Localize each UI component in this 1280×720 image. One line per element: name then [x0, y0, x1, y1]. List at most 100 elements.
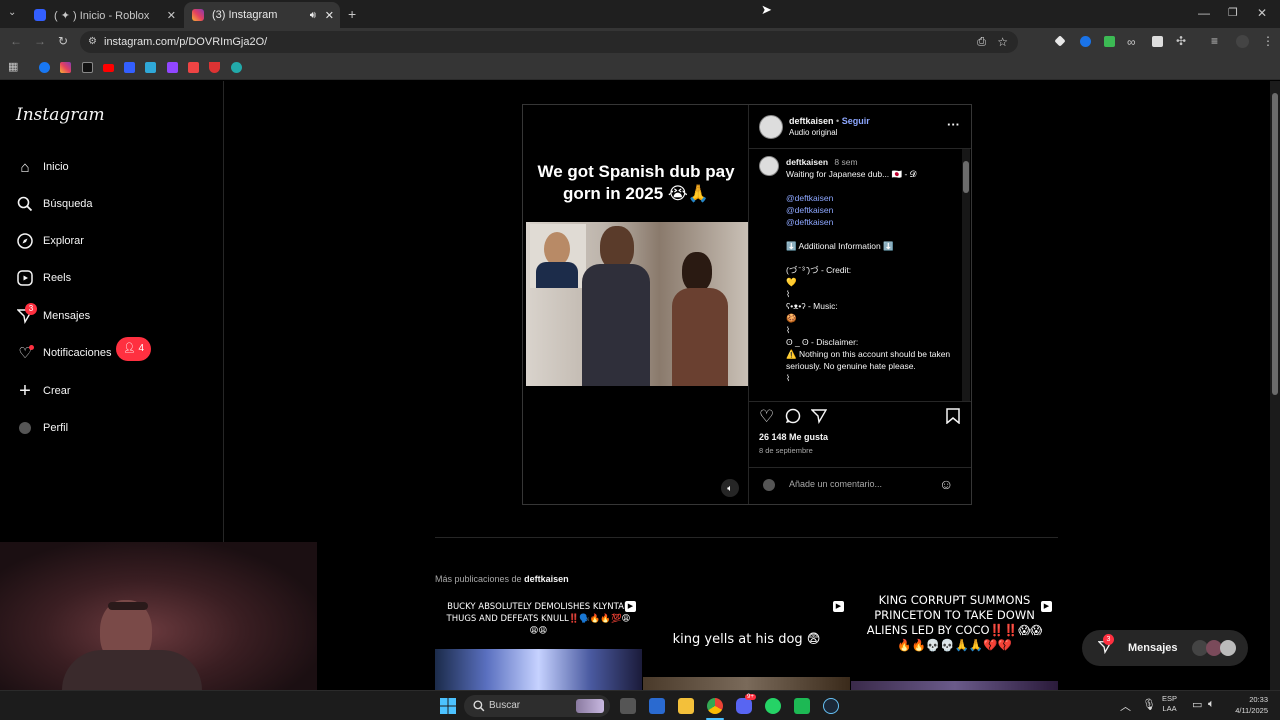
sidebar-item-perfil[interactable]: Perfil	[16, 416, 68, 440]
chrome-icon[interactable]	[707, 698, 723, 714]
discord-icon[interactable]	[736, 698, 752, 714]
webcam-person-glasses	[108, 602, 148, 610]
windows-start-icon[interactable]	[440, 698, 456, 719]
caption-author[interactable]: deftkaisen	[786, 157, 828, 167]
sidebar-item-explorar[interactable]: Explorar	[16, 229, 84, 253]
taskbar-search-box[interactable]: Buscar	[464, 695, 610, 717]
new-tab-icon[interactable]: +	[348, 6, 356, 22]
roblox-icon[interactable]	[124, 62, 135, 73]
extensions-puzzle-icon[interactable]: ✣	[1176, 34, 1186, 48]
url-input[interactable]: ⚙ instagram.com/p/DOVRImGja2O/ ⎙ ☆	[80, 31, 1018, 53]
taskbar-search-placeholder: Buscar	[489, 700, 521, 711]
follow-button[interactable]: Seguir	[842, 116, 870, 126]
minimize-icon[interactable]: —	[1198, 6, 1210, 20]
discord-badge: 9+	[745, 694, 756, 700]
more-post-thumbnail[interactable]: king yells at his dog 😨 ▶	[643, 593, 850, 690]
close-tab-icon[interactable]: ✕	[167, 9, 176, 22]
bookmark-teal-icon[interactable]	[231, 62, 242, 73]
file-explorer-icon[interactable]	[678, 698, 694, 714]
clock[interactable]: 20:33 4/11/2025	[1224, 694, 1268, 716]
search-icon	[16, 195, 34, 213]
forward-icon[interactable]: →	[34, 34, 46, 48]
comment-avatar[interactable]	[759, 156, 779, 176]
sidebar-item-inicio[interactable]: ⌂ Inicio	[16, 155, 68, 179]
close-window-icon[interactable]: ✕	[1257, 6, 1267, 20]
facebook-icon[interactable]	[39, 62, 50, 73]
reload-icon[interactable]: ↻	[58, 34, 68, 48]
more-post-thumbnail[interactable]: BUCKY ABSOLUTELY DEMOLISHES KLYNTAR THUG…	[435, 593, 642, 690]
close-tab-icon[interactable]: ✕	[325, 9, 334, 22]
volume-icon[interactable]: 🔈︎	[721, 479, 739, 497]
sidebar-item-reels[interactable]: Reels	[16, 266, 71, 290]
share-send-icon[interactable]	[810, 408, 828, 429]
back-icon[interactable]: ←	[10, 34, 22, 48]
profile-avatar-icon[interactable]	[1236, 35, 1249, 48]
sidebar-item-notificaciones[interactable]: ♡ Notificaciones	[16, 341, 111, 365]
tray-chevron-icon[interactable]: ︿	[1120, 698, 1131, 714]
steam-icon[interactable]	[823, 698, 839, 714]
audio-label[interactable]: Audio original	[789, 128, 837, 137]
pocket-icon[interactable]	[209, 62, 220, 73]
task-view-icon[interactable]	[620, 698, 636, 714]
apps-grid-icon[interactable]: ▦	[8, 60, 18, 73]
store-icon[interactable]	[649, 698, 665, 714]
speaker-icon[interactable]: 🔊︎	[310, 10, 316, 21]
x-icon[interactable]	[82, 62, 93, 73]
caption-age: 8 sem	[834, 157, 858, 167]
tab-roblox[interactable]: ( ✦ ) Inicio - Roblox ✕	[26, 2, 182, 28]
mention-link[interactable]: @deftkaisen	[786, 192, 961, 204]
sidebar-item-mensajes[interactable]: 3 Mensajes	[16, 303, 90, 328]
extension-diamond-icon[interactable]	[1054, 35, 1066, 47]
search-highlight-image	[576, 699, 604, 713]
address-bar-row: ← → ↻ ⚙ instagram.com/p/DOVRImGja2O/ ⎙ ☆…	[0, 28, 1280, 56]
save-bookmark-icon[interactable]	[946, 408, 960, 429]
instagram-logo[interactable]: Instagram	[16, 105, 105, 125]
sidebar-item-busqueda[interactable]: Búsqueda	[16, 192, 93, 216]
author-username[interactable]: deftkaisen	[789, 116, 834, 126]
extension-glasses-icon[interactable]: ∞	[1127, 35, 1136, 49]
bookmark-red-icon[interactable]	[188, 62, 199, 73]
more-posts-user[interactable]: deftkaisen	[524, 574, 569, 584]
scrollbar-thumb[interactable]	[963, 161, 969, 193]
instagram-icon[interactable]	[60, 62, 71, 73]
site-info-icon[interactable]: ⚙	[88, 31, 97, 53]
mention-link[interactable]: @deftkaisen	[786, 216, 961, 228]
post-video[interactable]: We got Spanish dub pay gorn in 2025 😭🙏 🔈…	[523, 105, 748, 504]
mention-link[interactable]: @deftkaisen	[786, 204, 961, 216]
tab-instagram[interactable]: (3) Instagram 🔊︎ ✕	[184, 2, 340, 28]
bookmark-blue-icon[interactable]	[145, 62, 156, 73]
microphone-icon[interactable]: 🎙︎	[1142, 698, 1156, 711]
likes-count[interactable]: 26 148 Me gusta	[759, 432, 828, 442]
notifications-count-pill[interactable]: 👤︎ 4	[116, 337, 151, 361]
tab-search-icon[interactable]: ⌄	[8, 7, 16, 18]
volume-icon[interactable]: 🔈︎	[1208, 698, 1215, 711]
bookmark-star-icon[interactable]: ☆	[997, 31, 1008, 53]
sidebar-item-crear[interactable]: + Crear	[16, 379, 70, 403]
page-scrollbar-thumb[interactable]	[1272, 93, 1278, 395]
menu-kebab-icon[interactable]: ⋮	[1262, 34, 1274, 48]
more-post-thumbnail[interactable]: KING CORRUPT SUMMONS PRINCETON TO TAKE D…	[851, 593, 1058, 690]
caption-scrollbar[interactable]	[962, 149, 970, 401]
extension-shield-icon[interactable]	[1104, 36, 1115, 47]
more-options-icon[interactable]: ···	[947, 117, 960, 132]
twitch-icon[interactable]	[167, 62, 178, 73]
comment-bubble-icon[interactable]	[785, 408, 801, 429]
language-indicator[interactable]: ESP LAA	[1162, 694, 1177, 714]
like-heart-icon[interactable]: ♡	[759, 407, 774, 427]
page-scrollbar[interactable]	[1270, 81, 1280, 690]
restore-icon[interactable]: ❐	[1228, 6, 1238, 19]
post-date: 8 de septiembre	[759, 446, 813, 455]
install-app-icon[interactable]: ⎙	[977, 31, 986, 53]
reading-list-icon[interactable]: ≡	[1211, 34, 1218, 48]
extension-blue-icon[interactable]	[1080, 36, 1091, 47]
extension-grid-icon[interactable]	[1152, 36, 1163, 47]
messages-floating-button[interactable]: 3 Mensajes	[1082, 630, 1248, 666]
network-icon[interactable]: ▭	[1192, 698, 1202, 711]
youtube-icon[interactable]	[103, 64, 114, 72]
whatsapp-icon[interactable]	[765, 698, 781, 714]
emoji-smiley-icon[interactable]: ☺	[939, 476, 953, 492]
comment-input[interactable]: Añade un comentario...	[789, 479, 882, 489]
app-green-icon[interactable]	[794, 698, 810, 714]
messages-badge: 3	[25, 303, 37, 315]
author-avatar[interactable]	[759, 115, 783, 139]
